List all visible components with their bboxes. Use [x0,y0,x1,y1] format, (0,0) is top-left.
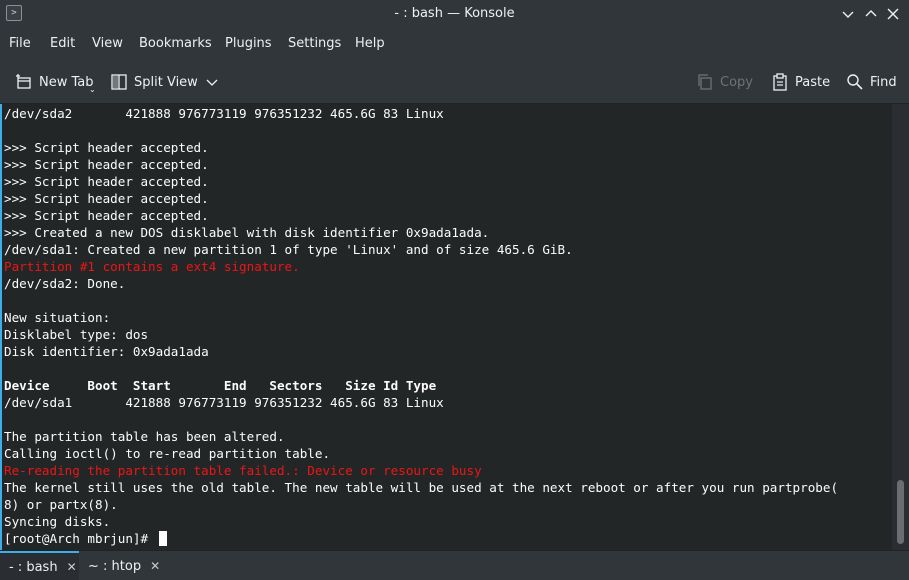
chevron-up-icon [865,10,877,17]
search-icon [847,74,863,90]
dropdown-arrow-icon[interactable]: ⌄ [89,85,96,94]
terminal-line: >>> Script header accepted. [4,191,209,206]
close-icon[interactable]: ✕ [150,559,160,573]
menu-bookmarks[interactable]: Bookmarks [139,36,212,51]
terminal-output: /dev/sda2 421888 976773119 976351232 465… [4,105,838,547]
text-cursor [158,531,167,546]
chevron-down-icon[interactable] [206,76,218,88]
paste-label: Paste [795,74,831,90]
title-bar: > - : bash — Konsole [0,0,909,28]
split-view-icon [111,74,127,90]
close-icon [887,8,899,20]
terminal-line: /dev/sda2 421888 976773119 976351232 465… [4,106,444,121]
terminal-line: Device Boot Start End Sectors Size Id Ty… [4,378,437,393]
new-tab-label: New Tab [39,74,94,90]
terminal-scrollbar[interactable] [892,104,909,550]
find-label: Find [870,74,897,90]
new-tab-icon [16,74,31,89]
terminal-line: >>> Script header accepted. [4,140,209,155]
terminal-line: /dev/sda1 421888 976773119 976351232 465… [4,395,444,410]
terminal-line: New situation: [4,310,111,325]
menu-bar: File Edit View Bookmarks Plugins Setting… [0,28,909,59]
tab-label: ~ : htop [88,558,142,574]
new-tab-button[interactable]: New Tab ⌄ [15,71,96,94]
menu-help[interactable]: Help [355,36,385,51]
menu-plugins[interactable]: Plugins [225,36,272,51]
tab-label: - : bash [9,559,58,575]
window-title: - : bash — Konsole [394,6,515,21]
terminal-line: The kernel still uses the old table. The… [4,480,839,495]
terminal-view[interactable]: /dev/sda2 421888 976773119 976351232 465… [0,104,892,550]
menu-file[interactable]: File [9,36,31,51]
split-view-button[interactable]: Split View [110,71,218,93]
copy-label: Copy [720,74,753,90]
terminal-line: /dev/sda1: Created a new partition 1 of … [4,242,573,257]
terminal-line: Calling ioctl() to re-read partition tab… [4,446,331,461]
tab-htop[interactable]: ~ : htop ✕ [79,551,161,580]
terminal-prompt-line: [root@Arch mbrjun]# [4,530,838,547]
terminal-line: >>> Script header accepted. [4,174,209,189]
copy-icon [698,74,712,90]
terminal-line: Disk identifier: 0x9ada1ada [4,344,209,359]
paste-button[interactable]: Paste [771,71,830,93]
minimize-button[interactable] [838,4,858,24]
menu-edit[interactable]: Edit [50,36,75,51]
terminal-line: >>> Script header accepted. [4,208,209,223]
scrollbar-thumb[interactable] [897,480,904,544]
maximize-button[interactable] [861,4,881,24]
terminal-line: >>> Script header accepted. [4,157,209,172]
chevron-down-icon [842,11,854,18]
terminal-line: Partition #1 contains a ext4 signature. [4,259,300,274]
terminal-line: The partition table has been altered. [4,429,285,444]
close-icon[interactable]: ✕ [67,560,77,574]
terminal-line: Syncing disks. [4,514,111,529]
toolbar: New Tab ⌄ Split View Copy Paste Find [0,59,909,104]
find-button[interactable]: Find [846,71,897,93]
menu-view[interactable]: View [92,36,123,51]
shell-prompt: [root@Arch mbrjun]# [4,531,156,546]
terminal-line: >>> Created a new DOS disklabel with dis… [4,225,490,240]
terminal-line: 8) or partx(8). [4,497,118,512]
terminal-line: Re-reading the partition table failed.: … [4,463,482,478]
copy-button[interactable]: Copy [696,71,753,93]
menu-settings[interactable]: Settings [288,36,341,51]
close-button[interactable] [883,4,903,24]
split-view-label: Split View [134,74,198,90]
tab-bash[interactable]: - : bash ✕ [0,551,79,580]
terminal-line: /dev/sda2: Done. [4,276,126,291]
tab-bar: - : bash ✕ ~ : htop ✕ [0,550,909,580]
terminal-line: Disklabel type: dos [4,327,149,342]
paste-icon [773,73,787,91]
